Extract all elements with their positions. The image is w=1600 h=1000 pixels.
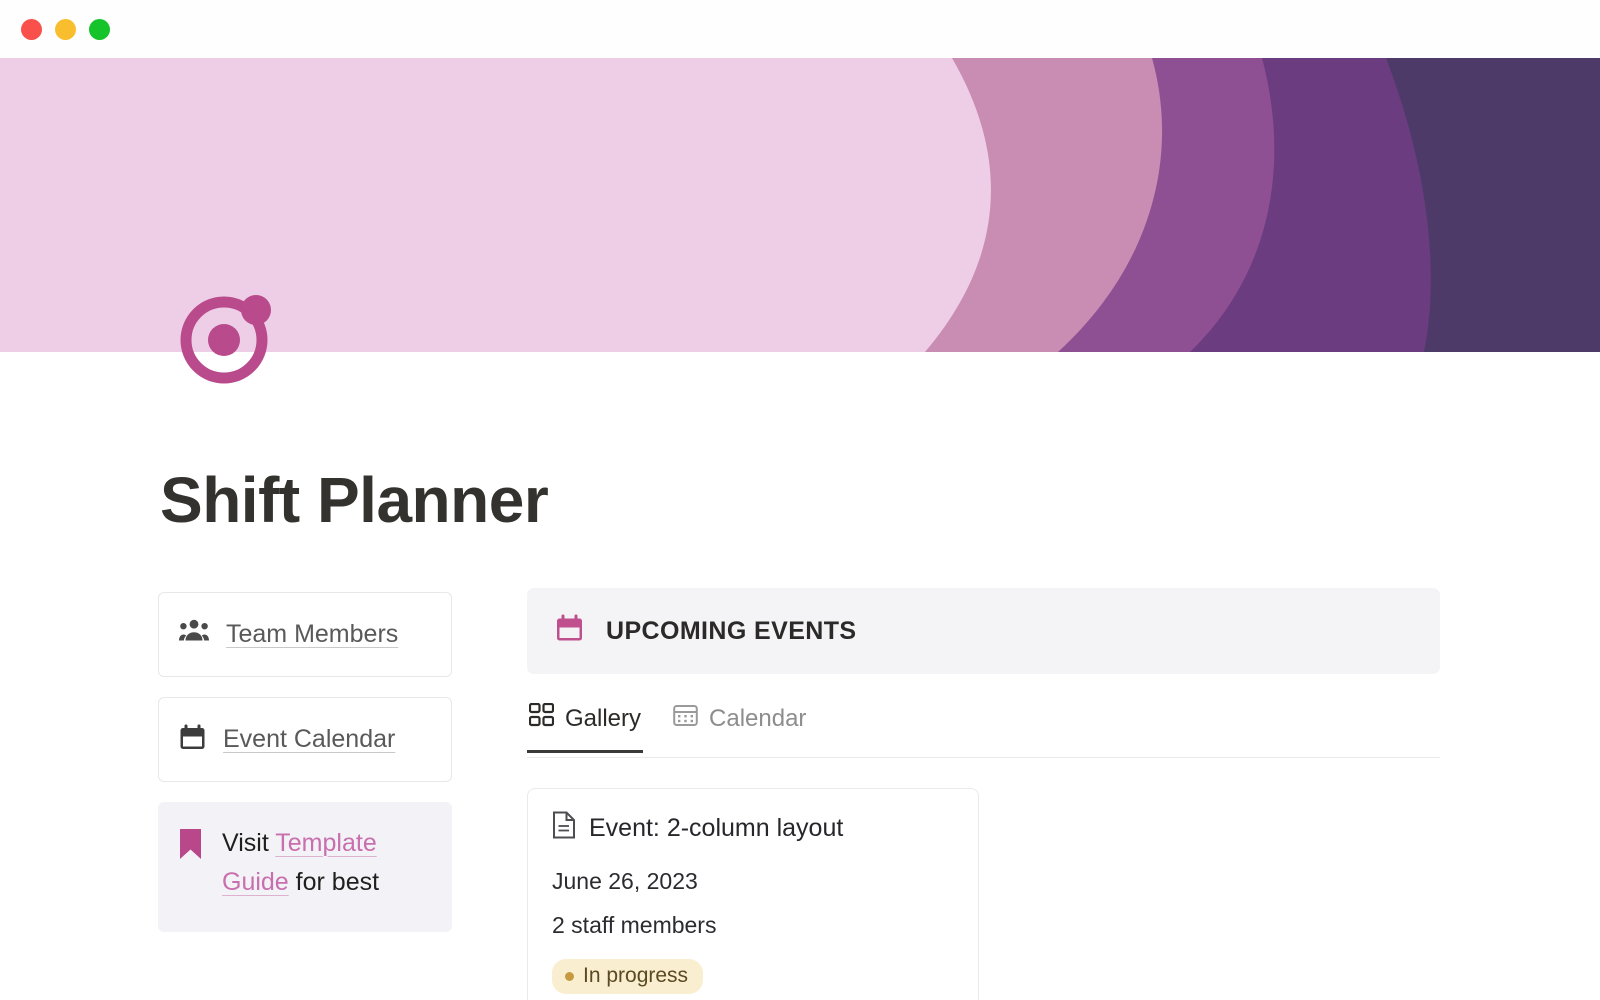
event-title: Event: 2-column layout: [589, 814, 844, 842]
page-title: Shift Planner: [160, 464, 549, 536]
grid-icon: [528, 702, 555, 735]
main-column: UPCOMING EVENTS Gallery Calendar Event: …: [527, 588, 1440, 1000]
status-dot-icon: [565, 971, 574, 981]
calendar-icon: [179, 724, 206, 751]
sidebar-item-event-calendar[interactable]: Event Calendar: [158, 696, 452, 782]
event-card[interactable]: Event: 2-column layout June 26, 2023 2 s…: [527, 788, 979, 1000]
view-tabs: Gallery Calendar: [527, 702, 1440, 758]
upcoming-events-header: UPCOMING EVENTS: [527, 588, 1440, 674]
tab-label: Calendar: [709, 705, 807, 732]
orbit-logo-icon: [174, 282, 282, 390]
events-gallery: Event: 2-column layout June 26, 2023 2 s…: [527, 788, 1440, 1000]
event-card-title-row: Event: 2-column layout: [552, 811, 954, 846]
close-window-button[interactable]: [21, 18, 42, 40]
tab-calendar[interactable]: Calendar: [671, 703, 808, 753]
template-guide-callout[interactable]: Visit Template Guide for best: [158, 801, 452, 932]
callout-prefix: Visit: [222, 828, 276, 857]
callout-suffix: for best: [288, 867, 380, 896]
maximize-window-button[interactable]: [89, 18, 110, 40]
page-body: Team Members Event Calendar Visit Templa…: [0, 588, 1600, 1000]
sidebar-item-label: Event Calendar: [223, 724, 396, 753]
status-badge: In progress: [552, 959, 704, 994]
app-window: Shift Planner Team Members Event Calenda…: [0, 0, 1600, 1000]
status-badge-label: In progress: [583, 964, 689, 987]
sidebar-item-label: Team Members: [226, 620, 399, 648]
people-group-icon: [179, 619, 209, 642]
document-icon: [552, 811, 576, 846]
template-guide-text: Visit Template Guide for best: [222, 824, 432, 902]
window-titlebar: [0, 0, 1600, 58]
event-date: June 26, 2023: [552, 868, 698, 894]
event-staff-count: 2 staff members: [552, 912, 717, 938]
calendar-grid-icon: [673, 703, 698, 735]
tab-gallery[interactable]: Gallery: [527, 702, 644, 753]
bookmark-icon: [178, 827, 203, 866]
section-title: UPCOMING EVENTS: [606, 616, 857, 645]
calendar-icon: [555, 614, 584, 648]
sidebar-column: Team Members Event Calendar Visit Templa…: [158, 592, 452, 932]
minimize-window-button[interactable]: [55, 18, 76, 40]
tab-label: Gallery: [565, 705, 642, 732]
sidebar-item-team-members[interactable]: Team Members: [158, 592, 452, 677]
